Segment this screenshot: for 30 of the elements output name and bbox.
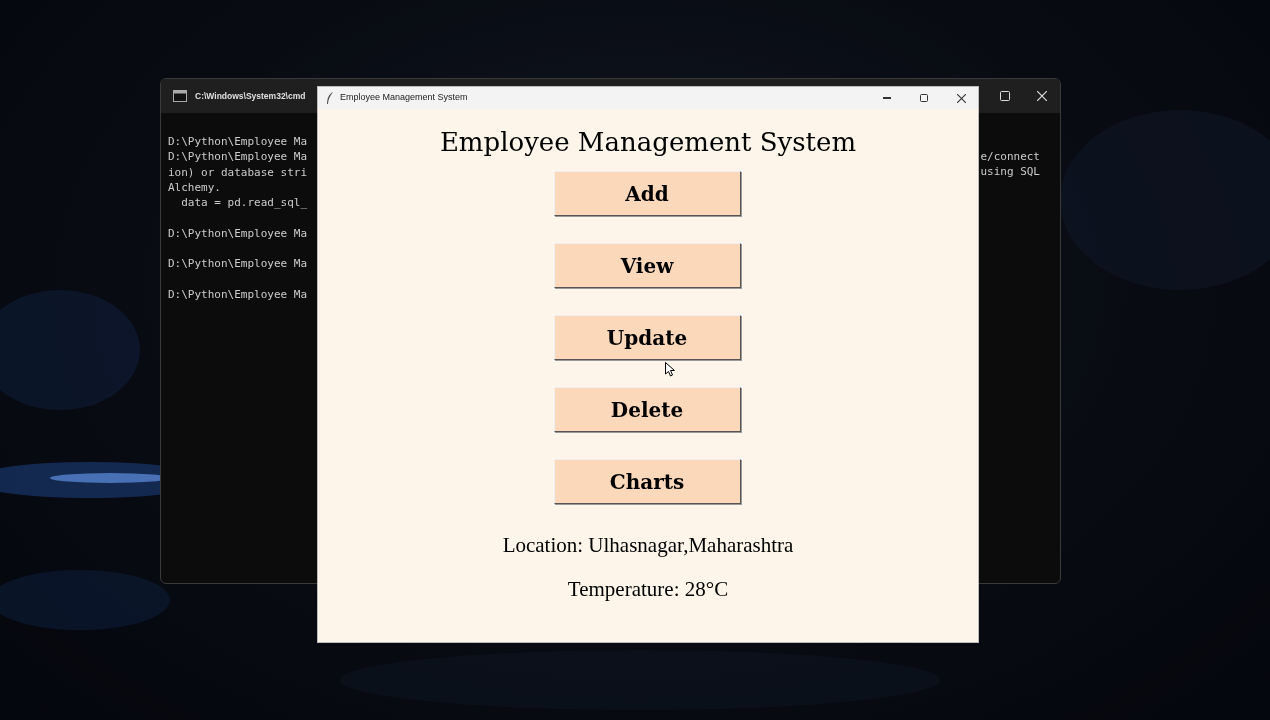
temperature-text: Temperature: 28°C [567,576,729,602]
console-line: data = pd.read_sql_ [180,195,308,211]
location-text: Location: Ulhasnagar,Maharashtra [502,532,794,558]
maximize-icon [1000,91,1010,101]
window-title: Employee Management System [340,91,468,105]
maximize-icon [920,94,928,102]
menu-button[interactable]: Add [553,171,741,216]
mouse-cursor-icon [665,362,675,377]
maximize-button[interactable] [917,92,931,104]
close-button[interactable] [954,92,968,104]
terminal-icon [173,90,187,102]
app-heading: Employee Management System [439,127,857,157]
menu-button[interactable]: Update [553,315,741,360]
console-line: D:\Python\Employee Ma [168,225,308,242]
console-line: ion) or database stri [168,164,308,180]
window-title: C:\Windows\System32\cmd [195,89,306,103]
feather-icon [326,92,334,104]
console-line: D:\Python\Employee Ma [168,149,308,165]
console-line: Alchemy. [168,179,222,196]
close-icon [956,93,966,103]
menu-button[interactable]: View [553,243,741,288]
console-line: D:\Python\Employee Ma [168,134,308,150]
console-line: using SQL [980,164,1040,180]
menu-button[interactable]: Delete [553,387,741,432]
console-line: D:\Python\Employee Ma [168,286,308,303]
close-icon [1037,91,1047,101]
console-line: e/connect [980,149,1040,165]
menu-button[interactable]: Charts [553,459,741,504]
minimize-icon [883,97,891,99]
console-line: D:\Python\Employee Ma [168,256,308,272]
